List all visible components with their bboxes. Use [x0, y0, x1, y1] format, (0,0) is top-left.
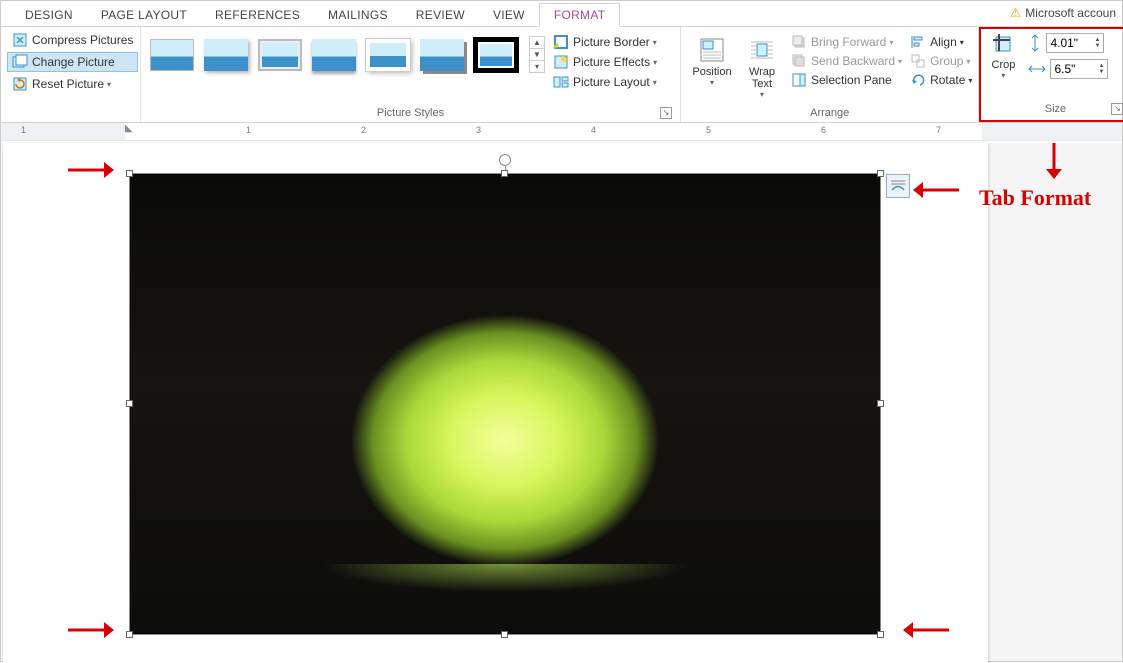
styles-gallery: ▲▼▾: [147, 30, 547, 79]
style-thumb-3[interactable]: [257, 37, 303, 73]
style-thumb-1[interactable]: [149, 37, 195, 73]
resize-handle-l[interactable]: [126, 400, 133, 407]
warning-icon: ⚠: [1010, 5, 1022, 21]
group-label-adjust: [7, 105, 134, 122]
group-label-size: Size ↘: [985, 101, 1123, 118]
align-button[interactable]: Align▾: [910, 34, 972, 50]
style-thumb-6[interactable]: [419, 37, 465, 73]
spinner-icon[interactable]: ▲▼: [1094, 37, 1100, 49]
ribbon: Compress Pictures Change Picture Reset P…: [1, 27, 1122, 123]
resize-handle-br[interactable]: [877, 631, 884, 638]
dialog-launcher-icon[interactable]: ↘: [660, 107, 672, 119]
picture-layout-button[interactable]: Picture Layout▾: [553, 74, 657, 90]
position-button[interactable]: Position▾: [687, 34, 737, 89]
selected-picture[interactable]: [129, 173, 881, 635]
group-label-arrange: Arrange: [687, 105, 972, 122]
account-text: Microsoft accoun: [1025, 6, 1116, 20]
tab-page-layout[interactable]: PAGE LAYOUT: [87, 4, 201, 26]
horizontal-ruler[interactable]: ◣ 1 1 2 3 4 5 6 7: [1, 123, 1122, 141]
annotation-text: Tab Format: [979, 185, 1091, 211]
tab-view[interactable]: VIEW: [479, 4, 539, 26]
wrap-text-button[interactable]: Wrap Text▾: [737, 34, 787, 101]
dialog-launcher-icon[interactable]: ↘: [1111, 103, 1123, 115]
align-icon: [910, 34, 926, 50]
group-adjust: Compress Pictures Change Picture Reset P…: [1, 27, 141, 122]
rotate-button[interactable]: Rotate▾: [910, 72, 972, 88]
width-row: 6.5" ▲▼: [1027, 59, 1108, 79]
annotation-arrow: [1043, 141, 1065, 181]
group-icon: [910, 53, 926, 69]
style-thumb-7[interactable]: [473, 37, 519, 73]
resize-handle-b[interactable]: [501, 631, 508, 638]
rotate-handle[interactable]: [499, 154, 511, 166]
height-icon: [1027, 33, 1043, 53]
group-button: Group▾: [910, 53, 972, 69]
compress-pictures-button[interactable]: Compress Pictures: [7, 30, 138, 50]
picture-border-button[interactable]: Picture Border▾: [553, 34, 657, 50]
layout-options-icon: [889, 177, 907, 195]
picture-content: [130, 174, 880, 634]
gallery-more[interactable]: ▲▼▾: [529, 36, 545, 73]
wrap-icon: [748, 36, 776, 64]
annotation-arrow: [901, 619, 951, 641]
resize-handle-bl[interactable]: [126, 631, 133, 638]
height-row: 4.01" ▲▼: [1027, 33, 1108, 53]
annotation-arrow: [911, 179, 961, 201]
crop-icon: [990, 31, 1016, 57]
resize-handle-r[interactable]: [877, 400, 884, 407]
spinner-icon[interactable]: ▲▼: [1098, 63, 1104, 75]
selection-pane-icon: [791, 72, 807, 88]
reset-picture-icon: [12, 76, 28, 92]
group-picture-styles: ▲▼▾ Picture Border▾ Picture Effects▾ Pic…: [141, 27, 681, 122]
style-thumb-2[interactable]: [203, 37, 249, 73]
change-picture-button[interactable]: Change Picture: [7, 52, 138, 72]
style-thumb-5[interactable]: [365, 37, 411, 73]
resize-handle-t[interactable]: [501, 170, 508, 177]
resize-handle-tr[interactable]: [877, 170, 884, 177]
width-input[interactable]: 6.5" ▲▼: [1050, 59, 1108, 79]
group-arrange: Position▾ Wrap Text▾ Bring Forward▾ Send…: [681, 27, 979, 122]
effects-icon: [553, 54, 569, 70]
account-label[interactable]: ⚠ Microsoft accoun: [1010, 5, 1116, 21]
bring-forward-button: Bring Forward▾: [791, 34, 902, 50]
layout-icon: [553, 74, 569, 90]
group-label-picture-styles: Picture Styles ↘: [147, 105, 674, 122]
selection-pane-button[interactable]: Selection Pane: [791, 72, 902, 88]
position-icon: [698, 36, 726, 64]
compress-icon: [12, 32, 28, 48]
layout-options-button[interactable]: [886, 174, 910, 198]
border-icon: [553, 34, 569, 50]
tab-mailings[interactable]: MAILINGS: [314, 4, 402, 26]
height-input[interactable]: 4.01" ▲▼: [1046, 33, 1104, 53]
reset-picture-button[interactable]: Reset Picture ▾: [7, 74, 138, 94]
crop-button[interactable]: Crop▾: [985, 31, 1021, 80]
tab-review[interactable]: REVIEW: [402, 4, 479, 26]
resize-handle-tl[interactable]: [126, 170, 133, 177]
ribbon-tabs: DESIGN PAGE LAYOUT REFERENCES MAILINGS R…: [1, 1, 1122, 27]
tab-design[interactable]: DESIGN: [11, 4, 87, 26]
send-backward-icon: [791, 53, 807, 69]
change-picture-icon: [12, 54, 28, 70]
rotate-icon: [910, 72, 926, 88]
tab-references[interactable]: REFERENCES: [201, 4, 314, 26]
bring-forward-icon: [791, 34, 807, 50]
group-size: Crop▾ 4.01" ▲▼ 6.5" ▲▼: [979, 27, 1123, 122]
picture-effects-button[interactable]: Picture Effects▾: [553, 54, 657, 70]
tab-format[interactable]: FORMAT: [539, 3, 621, 27]
annotation-arrow: [66, 619, 116, 641]
dropdown-icon: ▾: [107, 80, 111, 89]
annotation-arrow: [66, 159, 116, 181]
send-backward-button: Send Backward▾: [791, 53, 902, 69]
width-icon: [1027, 61, 1047, 77]
style-thumb-4[interactable]: [311, 37, 357, 73]
